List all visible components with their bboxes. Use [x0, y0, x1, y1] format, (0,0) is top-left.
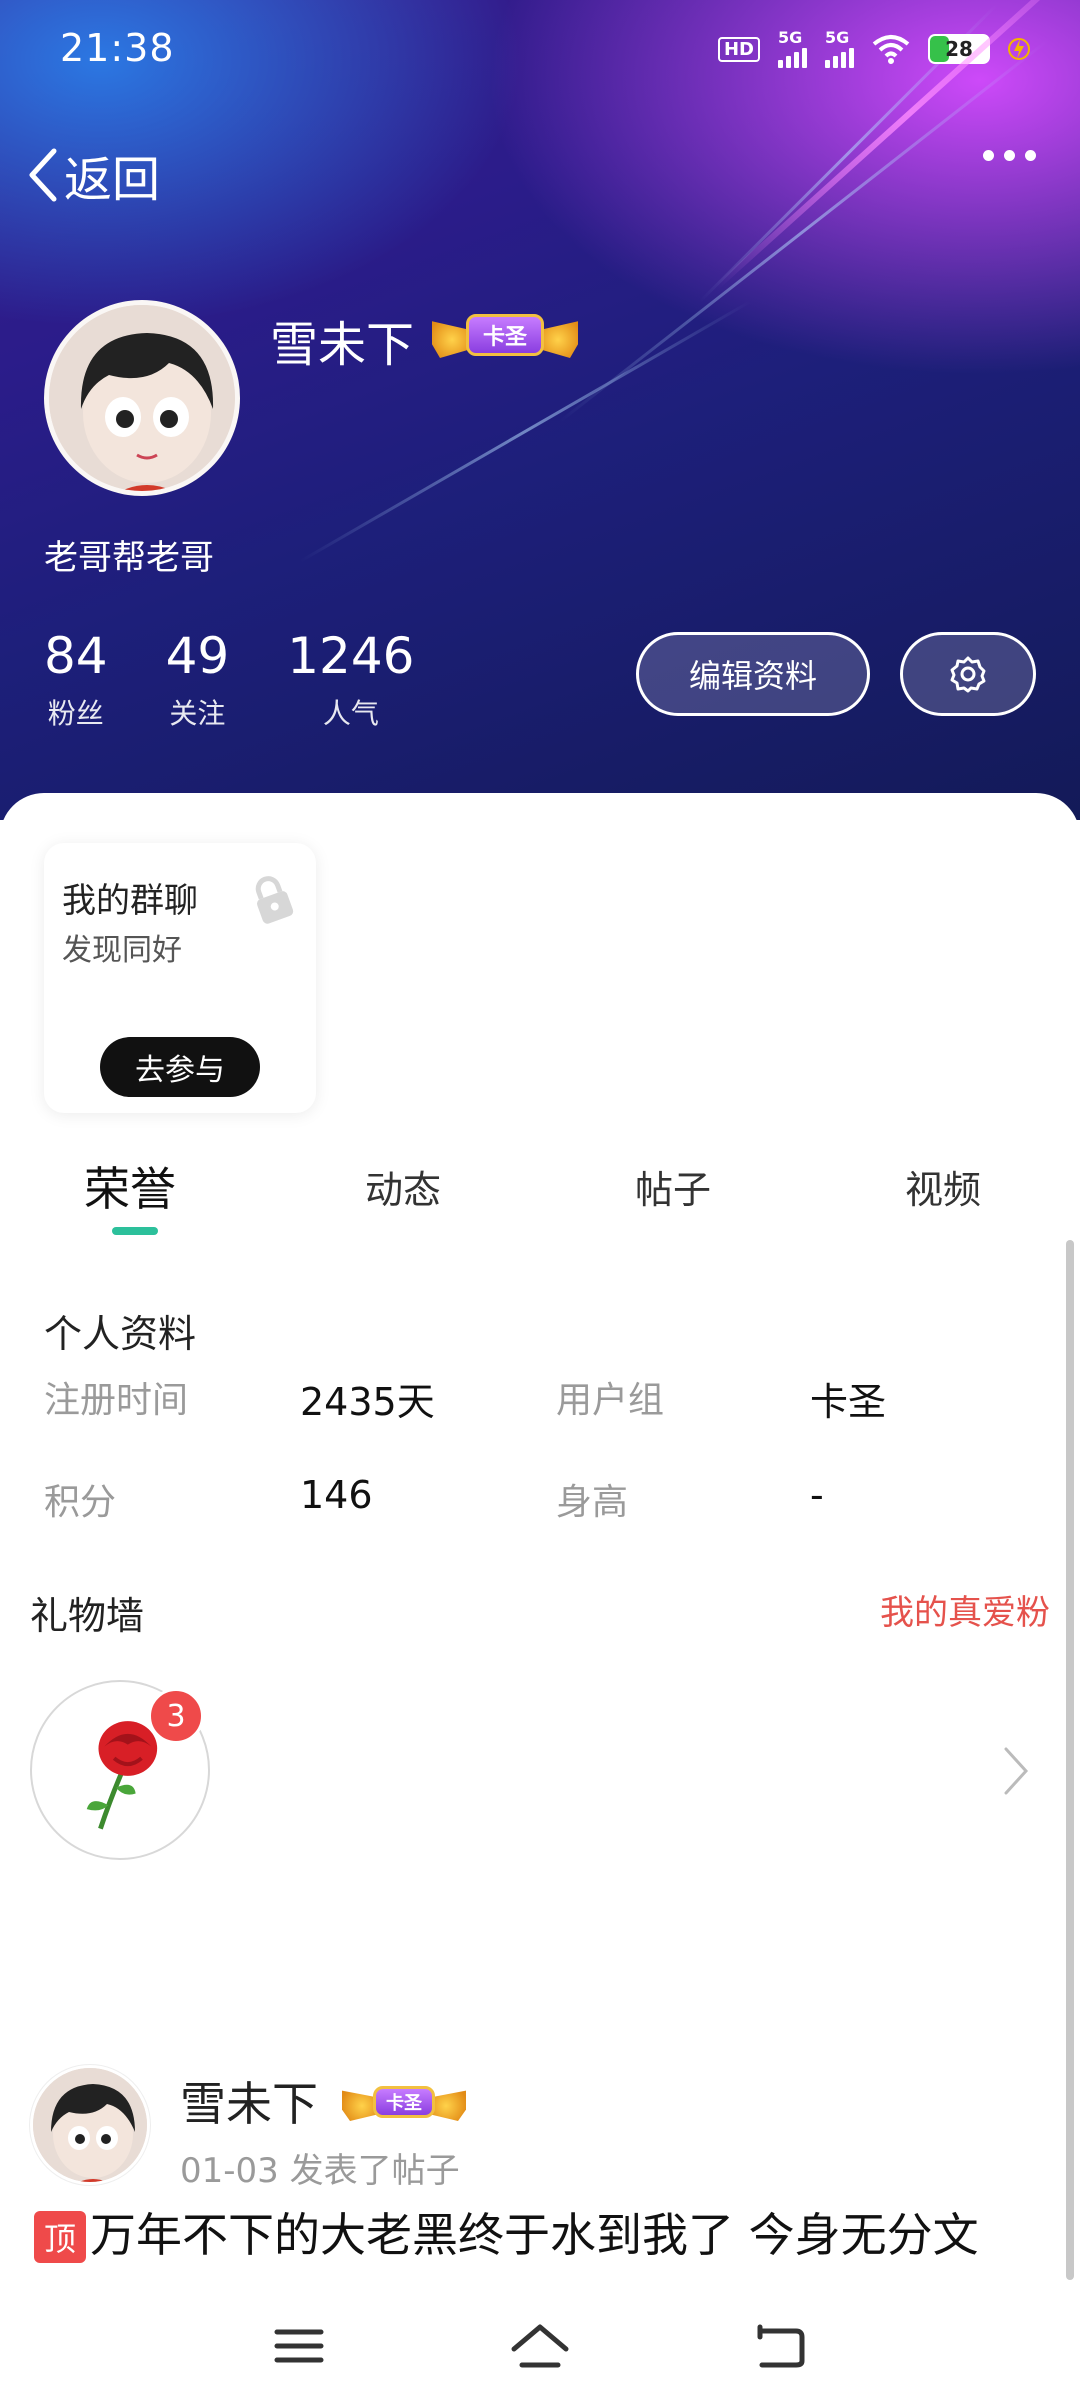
tab-honor[interactable]: 荣誉: [84, 1153, 176, 1219]
avatar-image: [49, 305, 235, 491]
edit-profile-button[interactable]: 编辑资料: [636, 632, 870, 716]
wifi-icon: [872, 35, 910, 64]
menu-icon: [274, 2329, 324, 2363]
lock-icon: [255, 876, 294, 924]
charging-icon: [1008, 38, 1030, 60]
true-fans-link[interactable]: 我的真爱粉: [880, 1585, 1050, 1634]
hd-icon: HD: [717, 36, 760, 62]
home-button[interactable]: [505, 2311, 575, 2381]
back-label: 返回: [64, 152, 161, 208]
field-value-height: -: [810, 1473, 824, 1517]
tab-activity[interactable]: 动态: [365, 1159, 441, 1214]
back-button[interactable]: 返回: [26, 140, 160, 210]
avatar[interactable]: [44, 300, 240, 496]
join-group-button[interactable]: 去参与: [100, 1037, 260, 1097]
stat-popularity[interactable]: 1246 人气: [287, 628, 414, 732]
scrollbar[interactable]: [1066, 1240, 1074, 2280]
post-author-badge: 卡圣: [342, 2083, 466, 2121]
field-label-points: 积分: [44, 1482, 117, 1523]
tab-posts[interactable]: 帖子: [635, 1159, 711, 1214]
post-author-avatar[interactable]: [30, 2065, 150, 2185]
gift-count-badge: 3: [148, 1688, 204, 1744]
tab-videos[interactable]: 视频: [905, 1159, 981, 1214]
stat-following[interactable]: 49 关注: [166, 628, 230, 732]
username: 雪未下: [270, 317, 415, 373]
group-chat-title: 我的群聊: [62, 881, 198, 921]
active-tab-indicator: [112, 1227, 158, 1235]
menu-button[interactable]: [264, 2311, 334, 2381]
level-badge: 卡圣: [432, 312, 578, 358]
field-value-user-group: 卡圣: [810, 1380, 887, 1424]
gear-icon: [950, 656, 986, 693]
field-label-height: 身高: [556, 1482, 629, 1523]
profile-stats: 84 粉丝 49 关注 1246 人气: [44, 628, 473, 732]
group-chat-subtitle: 发现同好: [62, 933, 182, 968]
post-content[interactable]: 万年不下的大老黑终于水到我了 今身无分文: [90, 2205, 1050, 2265]
gift-wall-title: 礼物墙: [30, 1594, 145, 1638]
return-icon: [757, 2324, 805, 2368]
home-icon: [511, 2324, 569, 2368]
field-label-register-time: 注册时间: [44, 1380, 189, 1421]
system-navigation-bar: [0, 2283, 1080, 2408]
post-author-name[interactable]: 雪未下: [180, 2068, 318, 2134]
profile-header-background: 21:38 HD 5G 5G 28 返回 雪未下 卡圣 老哥帮老哥 84 粉丝 …: [0, 0, 1080, 820]
back-nav-button[interactable]: [746, 2311, 816, 2381]
profile-content-sheet: 我的群聊 发现同好 去参与 荣誉 动态 帖子 视频 个人资料 注册时间 2435…: [0, 793, 1080, 2408]
settings-button[interactable]: [900, 632, 1036, 716]
profile-page: 21:38 HD 5G 5G 28 返回 雪未下 卡圣 老哥帮老哥 84 粉丝 …: [0, 0, 1080, 2408]
profile-tabs: 荣誉 动态 帖子 视频: [0, 1153, 1080, 1243]
battery-icon: 28: [928, 34, 990, 64]
status-bar: 21:38 HD 5G 5G 28: [0, 0, 1080, 96]
signature: 老哥帮老哥: [44, 538, 214, 578]
signal-2-icon: 5G: [825, 30, 854, 68]
post-meta: 01-03 发表了帖子: [180, 2151, 460, 2191]
chevron-right-icon[interactable]: [1002, 1745, 1030, 1797]
more-options-button[interactable]: [983, 150, 1036, 161]
group-chat-card[interactable]: 我的群聊 发现同好 去参与: [44, 843, 316, 1113]
signal-1-icon: 5G: [778, 30, 807, 68]
personal-info-title: 个人资料: [44, 1312, 197, 1356]
status-time: 21:38: [60, 26, 175, 70]
field-value-points: 146: [300, 1473, 373, 1517]
field-value-register-time: 2435天: [300, 1380, 435, 1424]
stat-fans[interactable]: 84 粉丝: [44, 628, 108, 732]
status-icons: HD 5G 5G 28: [717, 30, 1030, 68]
post-author-avatar-image: [33, 2068, 147, 2182]
field-label-user-group: 用户组: [556, 1380, 665, 1421]
chevron-left-icon: [29, 148, 57, 202]
pinned-tag: 顶: [34, 2211, 86, 2263]
